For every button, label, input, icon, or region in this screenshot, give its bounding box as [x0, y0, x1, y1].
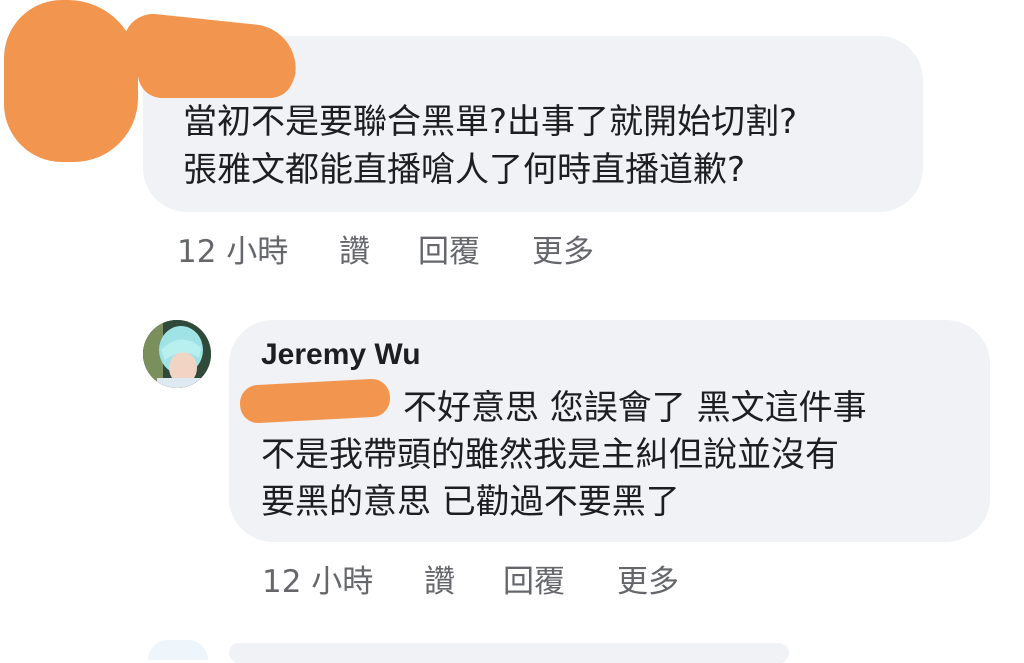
comment-line: 張雅文都能直播嗆人了何時直播道歉?: [183, 150, 746, 190]
like-button[interactable]: 讚: [424, 556, 455, 601]
reply-button[interactable]: 回覆: [418, 226, 480, 271]
comment-line: 當初不是要聯合黑單?出事了就開始切割?: [183, 102, 798, 142]
avatar[interactable]: [148, 640, 208, 660]
comment-line: 不是我帶頭的雖然我是主糾但說並沒有: [261, 435, 839, 475]
comment-text: 當初不是要聯合黑單?出事了就開始切割? 張雅文都能直播嗆人了何時直播道歉?: [183, 98, 797, 194]
reply-bubble: Jeremy Wu 不好意思 您誤會了 黑文這件事 不是我帶頭的雖然我是主糾但說…: [229, 320, 990, 542]
author-name[interactable]: Jeremy Wu: [261, 338, 421, 372]
redacted-mention: [239, 378, 391, 424]
redacted-author-name-mark: [138, 50, 294, 98]
more-button[interactable]: 更多: [617, 556, 679, 601]
comment-timestamp[interactable]: 12 小時: [262, 556, 373, 601]
avatar[interactable]: [143, 320, 211, 388]
more-button[interactable]: 更多: [532, 226, 594, 271]
reply-bubble: [229, 643, 789, 663]
redacted-avatar-mark: [28, 40, 134, 100]
reply-button[interactable]: 回覆: [503, 556, 565, 601]
comment-line: 要黑的意思 已勸過不要黑了: [261, 482, 680, 522]
comment-line: 不好意思 您誤會了 黑文這件事: [403, 388, 867, 428]
comment-timestamp[interactable]: 12 小時: [177, 226, 288, 271]
like-button[interactable]: 讚: [339, 226, 370, 271]
avatar-image: [143, 320, 211, 388]
